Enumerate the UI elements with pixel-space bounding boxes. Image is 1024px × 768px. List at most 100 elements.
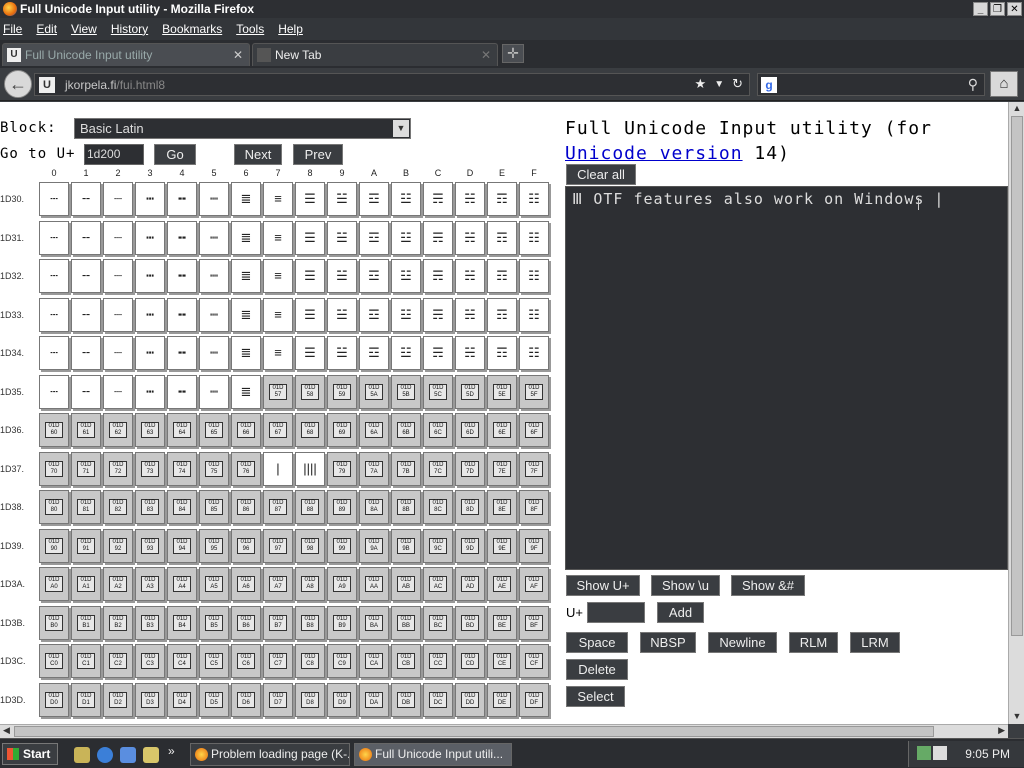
- char-cell[interactable]: 01D DA: [359, 682, 389, 717]
- char-cell[interactable]: 01D BF: [519, 605, 549, 640]
- char-cell[interactable]: 01D C6: [231, 644, 261, 678]
- char-cell[interactable]: ☴: [423, 259, 453, 293]
- char-cell[interactable]: 01D AF: [519, 567, 549, 601]
- char-cell[interactable]: 01D CF: [519, 644, 549, 678]
- char-cell[interactable]: 01D D0: [39, 682, 69, 717]
- char-cell[interactable]: ╌: [71, 220, 101, 255]
- desktop-icon[interactable]: [74, 747, 90, 763]
- char-cell[interactable]: ┉: [199, 297, 229, 332]
- char-cell[interactable]: ┈: [103, 297, 133, 332]
- vertical-scroll-thumb[interactable]: [1011, 116, 1023, 636]
- tray-icon[interactable]: [933, 746, 947, 760]
- char-cell[interactable]: 01D 85: [199, 490, 229, 524]
- char-cell[interactable]: ☶: [487, 336, 517, 370]
- char-cell[interactable]: 01D D4: [167, 682, 197, 717]
- char-cell[interactable]: 01D C1: [71, 644, 101, 678]
- char-cell[interactable]: ┄: [39, 220, 69, 255]
- minimize-button[interactable]: _: [973, 2, 988, 16]
- char-cell[interactable]: ☱: [327, 259, 357, 293]
- char-cell[interactable]: ≣: [231, 259, 261, 293]
- char-cell[interactable]: 01D B8: [295, 605, 325, 640]
- char-cell[interactable]: ≡: [263, 336, 293, 370]
- char-cell[interactable]: ≣: [231, 297, 261, 332]
- char-cell[interactable]: 01D C8: [295, 644, 325, 678]
- char-cell[interactable]: ☴: [423, 336, 453, 370]
- char-cell[interactable]: 01D A3: [135, 567, 165, 601]
- char-cell[interactable]: ☶: [487, 297, 517, 332]
- char-cell[interactable]: 01D AE: [487, 567, 517, 601]
- char-cell[interactable]: ┅: [135, 336, 165, 370]
- scroll-left-icon[interactable]: ◀: [3, 725, 10, 736]
- char-cell[interactable]: 01D 6A: [359, 413, 389, 447]
- char-cell[interactable]: 01D B0: [39, 605, 69, 640]
- char-cell[interactable]: 01D 99: [327, 528, 357, 563]
- char-cell[interactable]: 01D CE: [487, 644, 517, 678]
- char-cell[interactable]: 01D 5F: [519, 374, 549, 409]
- char-cell[interactable]: 01D DC: [423, 682, 453, 717]
- char-cell[interactable]: ☲: [359, 220, 389, 255]
- char-cell[interactable]: 01D C4: [167, 644, 197, 678]
- reload-icon[interactable]: ↻: [732, 76, 743, 94]
- char-cell[interactable]: |: [263, 451, 293, 486]
- char-cell[interactable]: 01D 59: [327, 374, 357, 409]
- char-cell[interactable]: 01D DB: [391, 682, 421, 717]
- char-cell[interactable]: 01D D5: [199, 682, 229, 717]
- char-cell[interactable]: 01D 66: [231, 413, 261, 447]
- char-cell[interactable]: ☶: [487, 259, 517, 293]
- char-cell[interactable]: 01D 72: [103, 451, 133, 486]
- char-cell[interactable]: ┄: [39, 336, 69, 370]
- char-cell[interactable]: ☱: [327, 182, 357, 216]
- tab-close-icon[interactable]: ✕: [233, 44, 243, 66]
- char-cell[interactable]: ☶: [487, 220, 517, 255]
- char-cell[interactable]: ┅: [135, 259, 165, 293]
- char-cell[interactable]: ☳: [391, 297, 421, 332]
- char-cell[interactable]: 01D 7D: [455, 451, 485, 486]
- char-cell[interactable]: 01D 87: [263, 490, 293, 524]
- history-dropdown-icon[interactable]: ▼: [714, 76, 724, 94]
- char-cell[interactable]: 01D 9E: [487, 528, 517, 563]
- char-cell[interactable]: 01D BB: [391, 605, 421, 640]
- char-cell[interactable]: 01D 8E: [487, 490, 517, 524]
- char-cell[interactable]: ╍: [167, 182, 197, 216]
- char-cell[interactable]: 01D 9A: [359, 528, 389, 563]
- show-amp-button[interactable]: Show &#: [731, 575, 805, 596]
- newline-button[interactable]: Newline: [708, 632, 777, 653]
- char-cell[interactable]: 01D AA: [359, 567, 389, 601]
- char-cell[interactable]: ☵: [455, 259, 485, 293]
- char-cell[interactable]: ☶: [487, 182, 517, 216]
- char-cell[interactable]: ☰: [295, 220, 325, 255]
- char-cell[interactable]: 01D 58: [295, 374, 325, 409]
- char-cell[interactable]: 01D C0: [39, 644, 69, 678]
- char-cell[interactable]: ╍: [167, 336, 197, 370]
- char-cell[interactable]: 01D 6D: [455, 413, 485, 447]
- char-cell[interactable]: 01D 5D: [455, 374, 485, 409]
- maximize-button[interactable]: ❐: [990, 2, 1005, 16]
- char-cell[interactable]: 01D C3: [135, 644, 165, 678]
- char-cell[interactable]: ┉: [199, 374, 229, 409]
- scroll-down-icon[interactable]: ▼: [1011, 711, 1023, 723]
- char-cell[interactable]: ≣: [231, 336, 261, 370]
- char-cell[interactable]: 01D 5A: [359, 374, 389, 409]
- char-cell[interactable]: ≡: [263, 220, 293, 255]
- char-cell[interactable]: ☴: [423, 297, 453, 332]
- char-cell[interactable]: 01D 70: [39, 451, 69, 486]
- show-uplus-button[interactable]: Show U+: [566, 575, 640, 596]
- char-cell[interactable]: ┉: [199, 336, 229, 370]
- char-cell[interactable]: 01D BE: [487, 605, 517, 640]
- char-cell[interactable]: 01D 71: [71, 451, 101, 486]
- char-cell[interactable]: 01D B3: [135, 605, 165, 640]
- lrm-button[interactable]: LRM: [850, 632, 900, 653]
- char-cell[interactable]: 01D B7: [263, 605, 293, 640]
- char-cell[interactable]: 01D 90: [39, 528, 69, 563]
- media-icon[interactable]: [120, 747, 136, 763]
- char-cell[interactable]: ┅: [135, 297, 165, 332]
- char-cell[interactable]: 01D DF: [519, 682, 549, 717]
- char-cell[interactable]: 01D AB: [391, 567, 421, 601]
- char-cell[interactable]: 01D 75: [199, 451, 229, 486]
- char-cell[interactable]: 01D 79: [327, 451, 357, 486]
- char-cell[interactable]: ☰: [295, 182, 325, 216]
- char-cell[interactable]: ☷: [519, 220, 549, 255]
- char-cell[interactable]: 01D 8B: [391, 490, 421, 524]
- char-cell[interactable]: 01D 86: [231, 490, 261, 524]
- char-cell[interactable]: 01D A8: [295, 567, 325, 601]
